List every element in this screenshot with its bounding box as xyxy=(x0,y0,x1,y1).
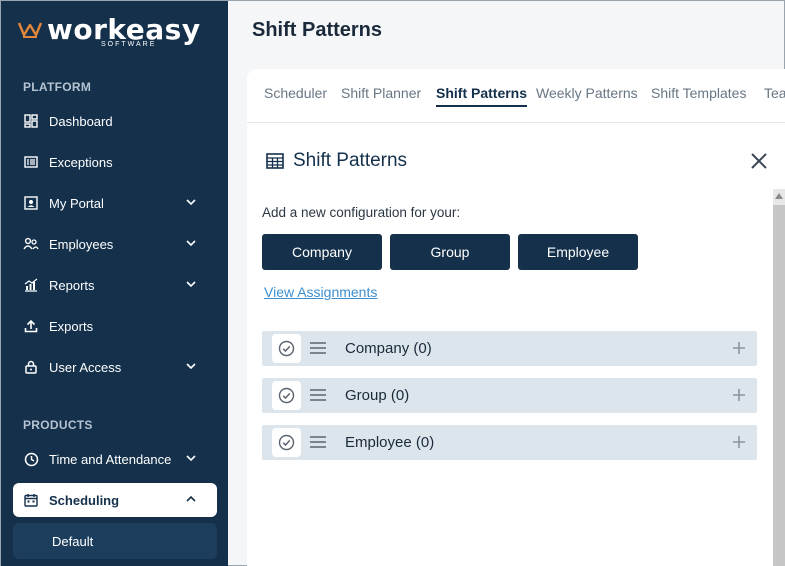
chevron-down-icon xyxy=(186,281,196,288)
scroll-up-arrow-icon[interactable] xyxy=(775,193,783,199)
sidebar-item-reports[interactable]: Reports xyxy=(13,268,217,302)
row-label: Company (0) xyxy=(345,340,432,357)
sidebar-item-time-and-attendance[interactable]: Time and Attendance xyxy=(13,442,217,476)
tab-teams-truncated[interactable]: Tea xyxy=(764,85,785,101)
section-label-products: PRODUCTS xyxy=(23,418,93,432)
list-icon xyxy=(23,154,39,170)
add-employee-button[interactable]: Employee xyxy=(518,234,638,270)
calendar-icon xyxy=(23,492,39,508)
sidebar-item-label: Exports xyxy=(49,318,94,334)
tab-scheduler[interactable]: Scheduler xyxy=(264,85,327,101)
tab-shift-templates[interactable]: Shift Templates xyxy=(651,85,746,101)
check-circle-icon xyxy=(278,340,295,357)
sidebar-item-label: Time and Attendance xyxy=(49,451,172,467)
sidebar-item-label: Scheduling xyxy=(49,492,120,508)
group-row-employee[interactable]: Employee (0) xyxy=(262,425,757,460)
drag-handle-icon[interactable] xyxy=(310,341,326,355)
sidebar-subitem-default[interactable]: Default xyxy=(13,523,217,559)
add-company-button[interactable]: Company xyxy=(262,234,382,270)
chart-icon xyxy=(23,277,39,293)
tab-weekly-patterns[interactable]: Weekly Patterns xyxy=(536,85,638,101)
sidebar-item-label: Reports xyxy=(49,277,95,293)
portal-icon xyxy=(23,195,39,211)
sidebar-item-exports[interactable]: Exports xyxy=(13,309,217,343)
chevron-down-icon xyxy=(186,240,196,247)
workeasy-logo[interactable]: workeasy SOFTWARE xyxy=(17,13,200,51)
sidebar: workeasy SOFTWARE PLATFORM Dashboard Exc… xyxy=(1,1,228,566)
vertical-scrollbar[interactable] xyxy=(773,189,785,566)
sidebar-item-user-access[interactable]: User Access xyxy=(13,350,217,384)
scrollbar-thumb[interactable] xyxy=(773,205,785,566)
sidebar-item-label: Exceptions xyxy=(49,154,113,170)
table-icon xyxy=(266,153,284,169)
sidebar-item-employees[interactable]: Employees xyxy=(13,227,217,261)
tab-shift-patterns[interactable]: Shift Patterns xyxy=(436,85,528,107)
add-group-button[interactable]: Group xyxy=(390,234,510,270)
check-circle-icon xyxy=(278,434,295,451)
row-select-button[interactable] xyxy=(272,428,301,457)
section-label-platform: PLATFORM xyxy=(23,80,92,94)
group-row-group[interactable]: Group (0) xyxy=(262,378,757,413)
upload-icon xyxy=(23,318,39,334)
sidebar-item-exceptions[interactable]: Exceptions xyxy=(13,145,217,179)
sidebar-subitem-label: Default xyxy=(52,533,94,549)
view-assignments-link[interactable]: View Assignments xyxy=(264,284,377,300)
drag-handle-icon[interactable] xyxy=(310,388,326,402)
plus-icon[interactable] xyxy=(732,435,746,449)
panel-title: Shift Patterns xyxy=(293,150,408,171)
logo-subtitle: SOFTWARE xyxy=(101,41,157,48)
dashboard-icon xyxy=(23,113,39,129)
row-label: Group (0) xyxy=(345,387,410,404)
sidebar-item-label: User Access xyxy=(49,359,122,375)
page-title: Shift Patterns xyxy=(252,19,383,41)
sidebar-item-scheduling[interactable]: Scheduling xyxy=(13,483,217,517)
close-icon[interactable] xyxy=(750,152,768,170)
people-icon xyxy=(23,236,39,252)
plus-icon[interactable] xyxy=(732,388,746,402)
add-configuration-label: Add a new configuration for your: xyxy=(262,205,461,220)
chevron-down-icon xyxy=(186,199,196,206)
group-row-company[interactable]: Company (0) xyxy=(262,331,757,366)
lock-icon xyxy=(23,359,39,375)
sidebar-item-label: My Portal xyxy=(49,195,104,211)
clock-icon xyxy=(23,451,39,467)
tab-shift-planner[interactable]: Shift Planner xyxy=(341,85,421,101)
chevron-down-icon xyxy=(186,455,196,462)
chevron-down-icon xyxy=(186,363,196,370)
drag-handle-icon[interactable] xyxy=(310,435,326,449)
content-card: Scheduler Shift Planner Shift Patterns W… xyxy=(247,69,785,566)
tab-bar: Scheduler Shift Planner Shift Patterns W… xyxy=(247,69,785,123)
row-label: Employee (0) xyxy=(345,434,435,451)
plus-icon[interactable] xyxy=(732,341,746,355)
sidebar-item-label: Employees xyxy=(49,236,114,252)
check-circle-icon xyxy=(278,387,295,404)
sidebar-item-my-portal[interactable]: My Portal xyxy=(13,186,217,220)
sidebar-item-dashboard[interactable]: Dashboard xyxy=(13,104,217,138)
chevron-up-icon xyxy=(186,495,196,502)
sidebar-item-label: Dashboard xyxy=(49,113,113,129)
row-select-button[interactable] xyxy=(272,381,301,410)
crown-logo-icon xyxy=(17,22,43,38)
row-select-button[interactable] xyxy=(272,334,301,363)
